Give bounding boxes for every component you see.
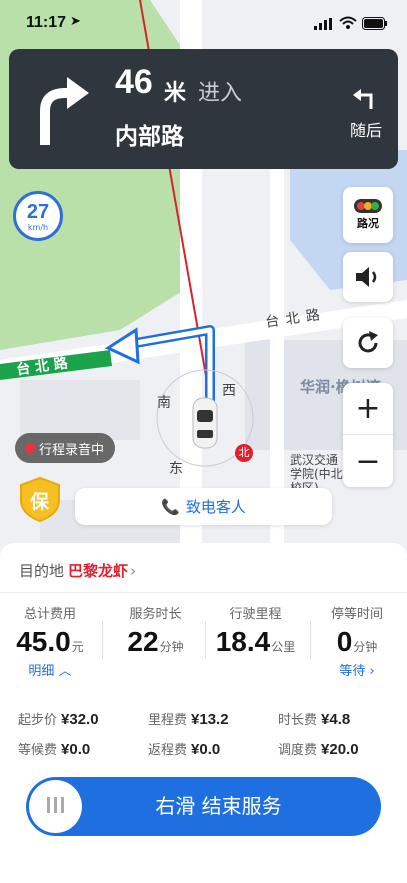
call-label: 致电客人 — [185, 498, 246, 516]
call-passenger-button[interactable]: 📞 致电客人 — [75, 488, 332, 525]
stat-service-time: 服务时长 22分钟 — [108, 603, 203, 658]
nav-later-label: 随后 — [349, 121, 382, 140]
building-block-2 — [20, 380, 140, 440]
car-icon — [192, 397, 218, 449]
refresh-icon — [358, 331, 378, 353]
traffic-light-icon — [354, 199, 382, 213]
phone-icon: 📞 — [161, 497, 180, 516]
stat-unit: 元 — [71, 640, 84, 654]
stat-unit: 分钟 — [159, 640, 184, 654]
traffic-label: 路况 — [357, 217, 379, 230]
stat-value: 45.0 — [16, 626, 71, 657]
speed-indicator: 27 km/h — [13, 191, 63, 241]
speaker-icon — [356, 267, 377, 287]
volume-button[interactable] — [343, 252, 393, 302]
fee-value: ¥0.0 — [191, 741, 221, 758]
status-bar: 11:17 ➤ — [0, 0, 407, 44]
wait-label: 等待 — [339, 664, 366, 679]
signal-icon — [314, 18, 332, 30]
compass-north: 北 — [235, 444, 253, 462]
destination-label: 目的地 — [19, 562, 65, 580]
traffic-button[interactable]: 路况 — [343, 187, 393, 243]
slider-handle[interactable] — [29, 780, 82, 833]
fee-detail-label: 明细 — [28, 664, 55, 679]
fee-item: 时长费 ¥4.8 — [278, 709, 350, 728]
fee-detail-link[interactable]: 明细 ︿ — [10, 660, 90, 679]
compass-south: 南 — [157, 395, 171, 411]
next-turn-left-icon — [353, 89, 373, 109]
location-arrow-icon: ➤ — [70, 14, 81, 29]
destination-row[interactable]: 目的地 巴黎龙虾 › — [19, 560, 136, 581]
stat-wait-time: 停等时间 0分钟 等待 › — [312, 603, 402, 679]
stat-unit: 公里 — [271, 640, 296, 654]
fee-label: 返程费 — [148, 743, 188, 758]
fee-label: 调度费 — [278, 743, 318, 758]
stat-value: 18.4 — [215, 626, 271, 657]
nav-distance: 46 — [115, 63, 153, 101]
recording-label: 行程录音中 — [39, 442, 105, 458]
fee-value: ¥4.8 — [321, 711, 351, 728]
fee-item: 返程费 ¥0.0 — [148, 739, 220, 758]
stat-title: 行驶里程 — [229, 607, 282, 622]
compass-west: 西 — [222, 383, 236, 399]
stat-distance: 行驶里程 18.4公里 — [208, 603, 303, 658]
turn-right-arrow-icon — [40, 77, 89, 145]
stat-value: 0 — [336, 626, 353, 657]
fee-label: 里程费 — [148, 713, 188, 728]
stat-title: 总计费用 — [23, 607, 76, 622]
fee-value: ¥0.0 — [61, 741, 91, 758]
destination-name: 巴黎龙虾 — [68, 562, 129, 580]
divider — [310, 621, 311, 659]
recording-dot-icon — [25, 443, 35, 453]
stat-value: 22 — [127, 626, 159, 657]
fee-item: 等候费 ¥0.0 — [18, 739, 90, 758]
compass-east: 东 — [169, 461, 183, 477]
fee-value: ¥32.0 — [61, 711, 99, 728]
end-service-slider[interactable]: 右滑 结束服务 — [26, 777, 381, 836]
fee-label: 起步价 — [18, 713, 58, 728]
battery-icon — [362, 17, 387, 30]
fee-item: 起步价 ¥32.0 — [18, 709, 99, 728]
nav-distance-unit: 米 — [164, 81, 187, 106]
stat-total-fee: 总计费用 45.0元 明细 ︿ — [10, 603, 90, 679]
stat-unit: 分钟 — [353, 640, 378, 654]
stat-title: 停等时间 — [330, 607, 383, 622]
zoom-out-button[interactable]: − — [343, 435, 393, 487]
grip-icon — [45, 796, 66, 817]
wait-link[interactable]: 等待 › — [312, 660, 402, 679]
fee-label: 时长费 — [278, 713, 318, 728]
nav-instruction-card: 46 米 进入 内部路 随后 — [9, 49, 398, 169]
speed-unit: km/h — [27, 223, 49, 232]
fee-label: 等候费 — [18, 743, 58, 758]
fee-item: 里程费 ¥13.2 — [148, 709, 229, 728]
nav-road-name: 内部路 — [115, 124, 184, 150]
safety-shield-button[interactable]: 保 — [17, 476, 63, 523]
divider — [102, 621, 103, 659]
wifi-icon — [339, 16, 357, 29]
zoom-controls: + − — [343, 383, 393, 487]
chevron-right-icon: › — [130, 562, 137, 580]
fee-value: ¥13.2 — [191, 711, 229, 728]
nav-action: 进入 — [198, 81, 243, 106]
stat-title: 服务时长 — [129, 607, 182, 622]
zoom-in-button[interactable]: + — [343, 383, 393, 435]
divider — [205, 621, 206, 659]
plus-icon: + — [355, 391, 381, 426]
minus-icon: − — [355, 443, 381, 479]
trip-panel: 目的地 巴黎龙虾 › 总计费用 45.0元 明细 ︿ 服务时长 22分钟 行驶里程 … — [0, 543, 407, 883]
recording-badge[interactable]: 行程录音中 — [15, 433, 115, 463]
fee-item: 调度费 ¥20.0 — [278, 739, 359, 758]
speed-value: 27 — [26, 201, 50, 223]
status-time: 11:17 — [26, 14, 67, 31]
divider — [0, 592, 407, 593]
safety-label: 保 — [30, 491, 50, 513]
refresh-button[interactable] — [343, 318, 393, 368]
fee-value: ¥20.0 — [321, 741, 359, 758]
